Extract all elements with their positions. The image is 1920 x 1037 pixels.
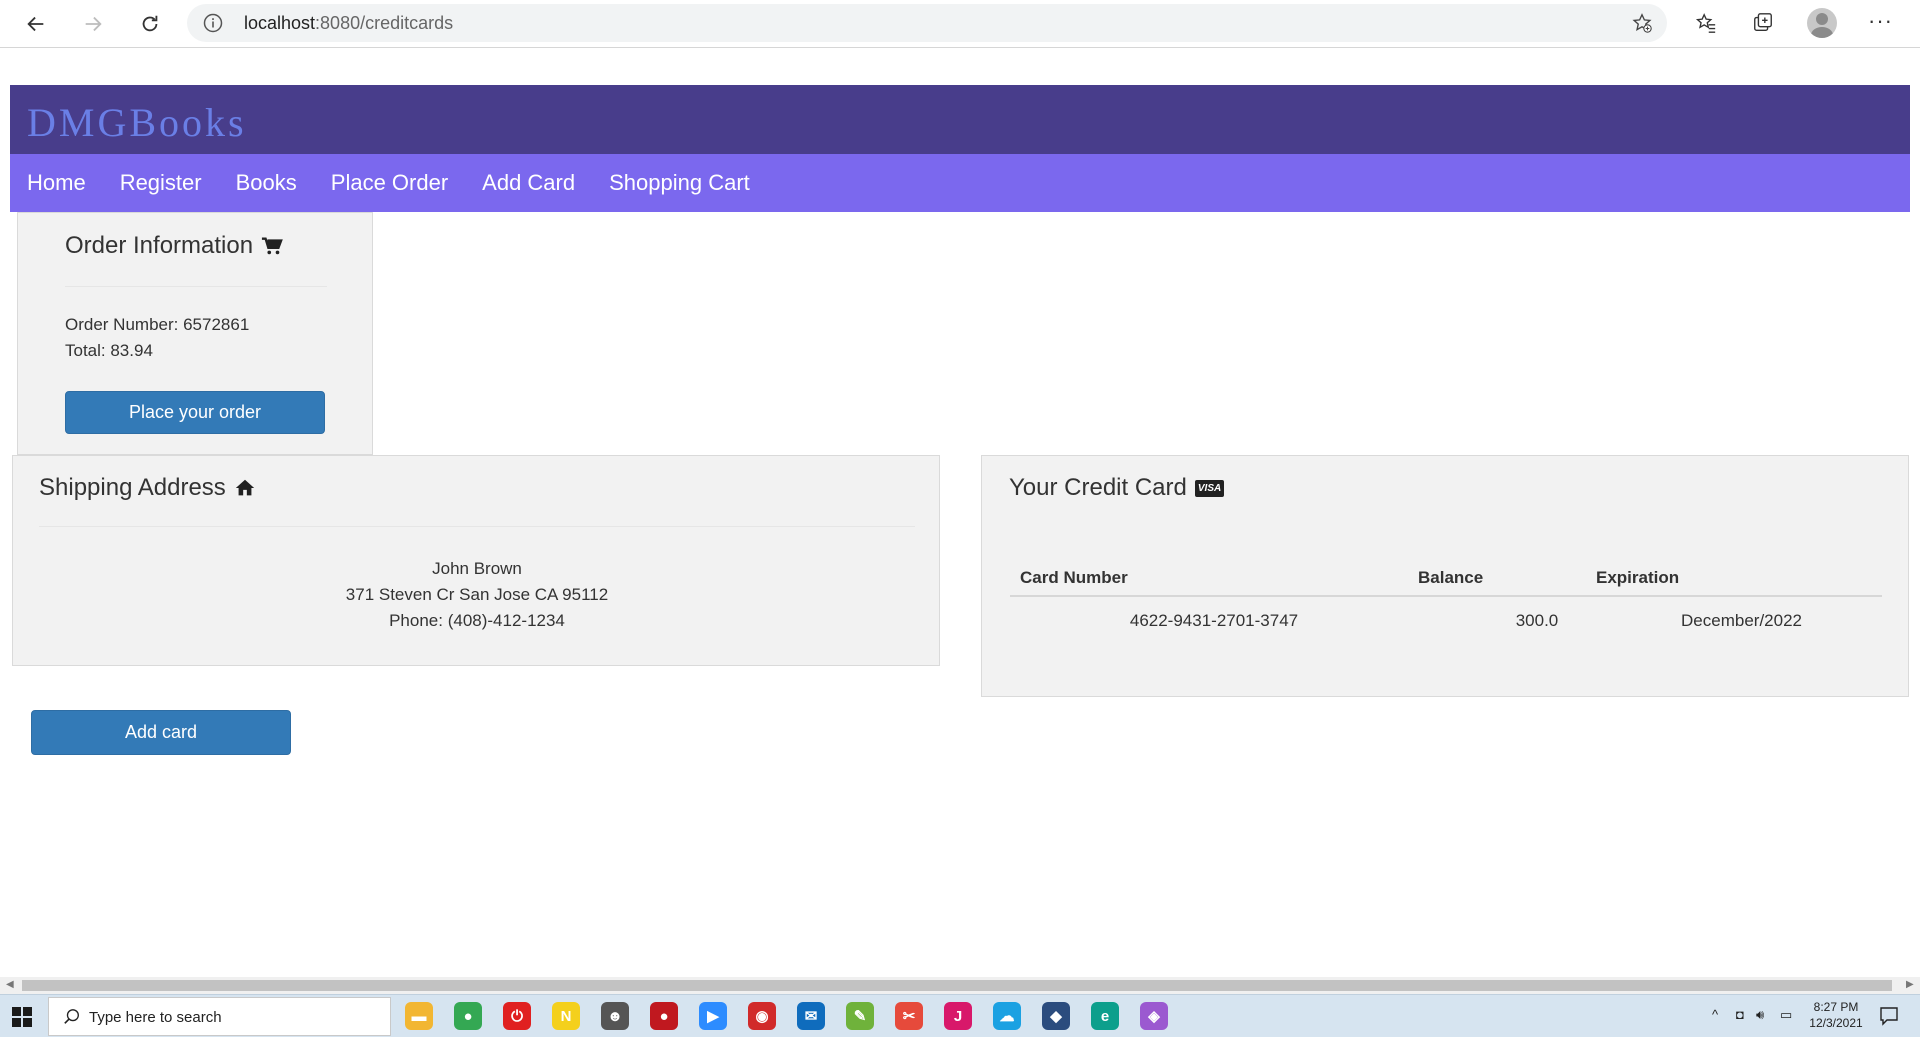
cloud-app-icon[interactable]: ☁ bbox=[993, 1002, 1021, 1030]
nav-home[interactable]: Home bbox=[27, 170, 86, 196]
edge-icon[interactable]: e bbox=[1091, 1002, 1119, 1030]
order-information-title: Order Information bbox=[65, 232, 283, 260]
power-app-icon[interactable]: ⏻ bbox=[503, 1002, 531, 1030]
balance-cell: 300.0 bbox=[1515, 611, 1559, 630]
windows-start-icon[interactable] bbox=[12, 1007, 32, 1027]
more-options-icon[interactable]: ··· bbox=[1868, 8, 1893, 34]
tray-overflow-icon[interactable]: ^ bbox=[1712, 1007, 1718, 1022]
recipient-name: John Brown bbox=[432, 559, 522, 578]
clock-date: 12/3/2021 bbox=[1809, 1016, 1863, 1030]
red-app-icon[interactable]: ● bbox=[650, 1002, 678, 1030]
profile-avatar[interactable] bbox=[1807, 8, 1837, 38]
add-favorite-icon[interactable] bbox=[1631, 12, 1653, 34]
column-header-balance: Balance bbox=[1418, 568, 1484, 587]
nav-add-card[interactable]: Add Card bbox=[482, 170, 575, 196]
taskbar-clock[interactable]: 8:27 PM 12/3/2021 bbox=[1796, 999, 1876, 1031]
refresh-button[interactable] bbox=[132, 6, 168, 42]
intellij-icon[interactable]: J bbox=[944, 1002, 972, 1030]
search-icon bbox=[64, 1009, 79, 1024]
camera-app-icon[interactable]: ◉ bbox=[748, 1002, 776, 1030]
order-information-panel: Order Information Order Number: 6572861 … bbox=[17, 212, 373, 455]
scroll-right-icon[interactable]: ▶ bbox=[1906, 979, 1914, 990]
notepad-icon[interactable]: ✎ bbox=[846, 1002, 874, 1030]
visa-icon: VISA bbox=[1194, 479, 1225, 497]
forward-arrow-icon bbox=[85, 16, 102, 32]
scrollbar-thumb[interactable] bbox=[22, 980, 1892, 991]
back-button[interactable] bbox=[18, 6, 54, 42]
nav-shopping-cart[interactable]: Shopping Cart bbox=[609, 170, 750, 196]
divider bbox=[65, 286, 327, 287]
forward-button[interactable] bbox=[75, 6, 111, 42]
windows-taskbar: Type here to search ▬ ● ⏻ N ☻ ● ▶ ◉ ✉ ✎ ✂ J ☁ ◆ e ◈ ^ ◘… bbox=[0, 994, 1920, 1037]
puzzle-app-icon[interactable]: ◈ bbox=[1140, 1002, 1168, 1030]
table-row[interactable]: 4622-9431-2701-3747 300.0 December/2022 bbox=[1010, 597, 1882, 645]
refresh-icon bbox=[142, 15, 158, 32]
norton-icon[interactable]: N bbox=[552, 1002, 580, 1030]
sql-studio-icon[interactable]: ◆ bbox=[1042, 1002, 1070, 1030]
expiration-cell: December/2022 bbox=[1681, 611, 1802, 630]
search-placeholder: Type here to search bbox=[89, 1009, 222, 1026]
phone-number: Phone: (408)-412-1234 bbox=[389, 611, 565, 630]
divider bbox=[39, 526, 915, 527]
nav-place-order[interactable]: Place Order bbox=[331, 170, 448, 196]
collections-icon[interactable] bbox=[1750, 10, 1776, 36]
taskbar-search-box[interactable]: Type here to search bbox=[48, 997, 391, 1036]
zoom-icon[interactable]: ▶ bbox=[699, 1002, 727, 1030]
nav-books[interactable]: Books bbox=[236, 170, 297, 196]
volume-icon[interactable]: 🔊︎ bbox=[1756, 1007, 1764, 1023]
notification-center-icon[interactable] bbox=[1878, 1005, 1900, 1027]
favorites-icon[interactable] bbox=[1693, 10, 1719, 36]
street-address: 371 Steven Cr San Jose CA 95112 bbox=[345, 585, 609, 604]
main-navbar: Home Register Books Place Order Add Card… bbox=[10, 154, 1910, 212]
credit-card-title: Your Credit Card VISA bbox=[1009, 474, 1225, 502]
horizontal-scrollbar[interactable]: ◀ ▶ bbox=[0, 977, 1920, 994]
info-icon[interactable] bbox=[203, 13, 223, 33]
home-icon bbox=[235, 479, 254, 496]
column-header-card-number: Card Number bbox=[1020, 568, 1128, 587]
place-order-button[interactable]: Place your order bbox=[65, 391, 325, 434]
file-explorer-icon[interactable]: ▬ bbox=[405, 1002, 433, 1030]
shopping-cart-icon bbox=[261, 237, 283, 255]
shipping-address-block: John Brown 371 Steven Cr San Jose CA 951… bbox=[13, 556, 941, 634]
add-card-button[interactable]: Add card bbox=[31, 710, 291, 755]
shipping-address-title: Shipping Address bbox=[39, 474, 256, 502]
credit-card-table: Card Number Balance Expiration 4622-9431… bbox=[1010, 561, 1882, 645]
clock-time: 8:27 PM bbox=[1813, 1000, 1859, 1014]
column-header-expiration: Expiration bbox=[1596, 568, 1680, 587]
brand-logo[interactable]: DMGBooks bbox=[27, 99, 247, 146]
back-arrow-icon bbox=[27, 16, 44, 32]
credit-card-panel: Your Credit Card VISA Card Number Balanc… bbox=[981, 455, 1909, 697]
address-bar[interactable]: localhost:8080/creditcards bbox=[187, 4, 1667, 42]
order-number: Order Number: 6572861 bbox=[65, 315, 250, 334]
site-header: DMGBooks bbox=[10, 85, 1910, 154]
nav-register[interactable]: Register bbox=[120, 170, 202, 196]
order-total: Total: 83.94 bbox=[65, 341, 153, 360]
url-text[interactable]: localhost:8080/creditcards bbox=[244, 13, 453, 34]
chrome-icon[interactable]: ● bbox=[454, 1002, 482, 1030]
card-number-cell: 4622-9431-2701-3747 bbox=[1129, 611, 1299, 630]
table-header-row: Card Number Balance Expiration bbox=[1010, 561, 1882, 597]
browser-toolbar: localhost:8080/creditcards ··· bbox=[0, 0, 1920, 48]
meet-now-icon[interactable]: ◘ bbox=[1736, 1007, 1744, 1022]
avatar-app-icon[interactable]: ☻ bbox=[601, 1002, 629, 1030]
scroll-left-icon[interactable]: ◀ bbox=[6, 979, 14, 990]
network-icon[interactable]: ▭ bbox=[1780, 1007, 1792, 1023]
mail-icon[interactable]: ✉ bbox=[797, 1002, 825, 1030]
shipping-address-panel: Shipping Address John Brown 371 Steven C… bbox=[12, 455, 940, 666]
snipping-tool-icon[interactable]: ✂ bbox=[895, 1002, 923, 1030]
